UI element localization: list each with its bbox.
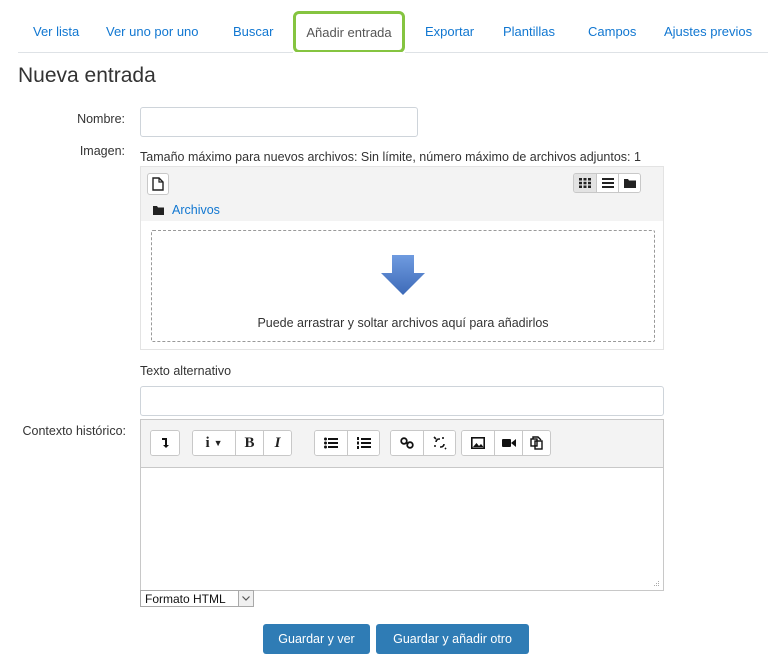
collapse-icon	[162, 438, 169, 448]
chevron-down-icon	[238, 591, 253, 606]
filepicker-info: Tamaño máximo para nuevos archivos: Sin …	[140, 150, 641, 164]
download-arrow-icon	[381, 255, 425, 295]
toolbar-group-lists	[314, 430, 380, 456]
filepicker: Archivos Puede arrastrar y soltar archiv…	[140, 166, 664, 350]
grid-view-button[interactable]	[574, 174, 596, 192]
image-icon	[471, 437, 485, 449]
button-label: Guardar y añadir otro	[393, 632, 512, 646]
tab-anadir-entrada[interactable]: Añadir entrada	[293, 11, 405, 54]
manage-files-button[interactable]	[522, 431, 550, 455]
tree-view-icon	[623, 179, 636, 188]
numbered-list-button[interactable]	[347, 431, 379, 455]
bold-icon: B	[244, 434, 255, 451]
tab-exportar[interactable]: Exportar	[425, 24, 474, 39]
add-file-icon	[152, 177, 164, 191]
italic-icon: I	[274, 434, 281, 451]
format-select[interactable]: Formato HTML	[140, 590, 254, 607]
unlink-icon	[432, 436, 447, 450]
tab-buscar[interactable]: Buscar	[233, 24, 273, 39]
nav-tabs: Ver lista Ver uno por uno Buscar Añadir …	[0, 0, 768, 56]
link-button[interactable]	[391, 431, 423, 455]
chevron-down-icon: ▼	[213, 438, 223, 448]
bullet-list-button[interactable]	[315, 431, 347, 455]
tree-view-button[interactable]	[618, 174, 640, 192]
drop-zone[interactable]: Puede arrastrar y soltar archivos aquí p…	[151, 230, 655, 342]
page-title: Nueva entrada	[18, 64, 156, 87]
bullet-list-icon	[324, 437, 338, 449]
video-icon	[501, 439, 516, 447]
tab-label: Añadir entrada	[306, 24, 392, 40]
info-icon: i	[205, 434, 210, 451]
tab-campos[interactable]: Campos	[588, 24, 636, 39]
nombre-label: Nombre:	[77, 112, 125, 126]
tab-ver-uno-por-uno[interactable]: Ver uno por uno	[106, 24, 199, 39]
tab-divider	[405, 52, 768, 53]
imagen-label: Imagen:	[79, 144, 125, 158]
video-button[interactable]	[494, 431, 522, 455]
resize-handle-icon[interactable]	[652, 579, 660, 587]
numbered-list-icon	[356, 437, 371, 449]
tab-ver-lista[interactable]: Ver lista	[33, 24, 79, 39]
contexto-label: Contexto histórico:	[22, 424, 126, 438]
view-switcher	[573, 173, 641, 193]
folder-icon	[153, 205, 164, 215]
image-button[interactable]	[462, 431, 494, 455]
drop-zone-text: Puede arrastrar y soltar archivos aquí p…	[257, 316, 549, 330]
alt-text-label: Texto alternativo	[140, 364, 232, 378]
toolbar-group-style: i ▼ B I	[192, 430, 292, 456]
tab-ajustes-previos[interactable]: Ajustes previos	[664, 24, 752, 39]
paragraph-styles-button[interactable]: i ▼	[193, 431, 235, 455]
add-file-button[interactable]	[147, 173, 169, 195]
unlink-button[interactable]	[423, 431, 455, 455]
alt-text-input[interactable]	[140, 386, 664, 416]
list-view-button[interactable]	[596, 174, 618, 192]
grid-view-icon	[579, 178, 591, 188]
tab-divider	[18, 52, 293, 53]
link-icon	[400, 437, 414, 449]
folder-label: Archivos	[172, 203, 220, 217]
folder-path[interactable]: Archivos	[153, 203, 220, 217]
bold-button[interactable]: B	[235, 431, 263, 455]
toolbar-group-links	[390, 430, 456, 456]
save-and-add-another-button[interactable]: Guardar y añadir otro	[376, 624, 529, 654]
format-select-value: Formato HTML	[145, 591, 226, 606]
list-view-icon	[601, 178, 614, 188]
tab-plantillas[interactable]: Plantillas	[503, 24, 555, 39]
collapse-button[interactable]	[151, 431, 179, 455]
editor-content-area[interactable]	[141, 469, 663, 590]
editor-toolbar: i ▼ B I	[141, 420, 663, 468]
toolbar-group-collapse	[150, 430, 180, 456]
toolbar-group-media	[461, 430, 551, 456]
save-and-view-button[interactable]: Guardar y ver	[263, 624, 370, 654]
html-editor: i ▼ B I	[140, 419, 664, 591]
manage-files-icon	[530, 436, 543, 450]
nombre-input[interactable]	[140, 107, 418, 137]
button-label: Guardar y ver	[278, 632, 355, 646]
italic-button[interactable]: I	[263, 431, 291, 455]
